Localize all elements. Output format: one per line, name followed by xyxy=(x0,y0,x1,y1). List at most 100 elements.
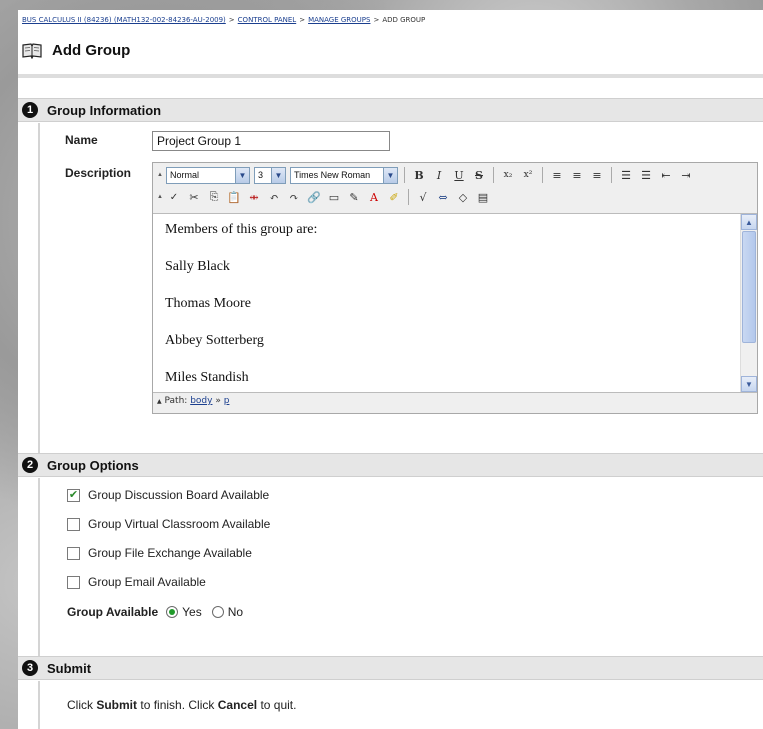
title-divider xyxy=(18,74,763,78)
toolbar-separator xyxy=(493,167,494,183)
checkbox-label: Group Discussion Board Available xyxy=(88,488,270,502)
checkbox-label: Group Virtual Classroom Available xyxy=(88,517,271,531)
section-title: Submit xyxy=(47,660,92,676)
path-body-link[interactable]: body xyxy=(190,396,212,406)
section-title: Group Options xyxy=(47,457,139,473)
editor-content-area[interactable]: Members of this group are: Sally Black T… xyxy=(153,213,757,393)
editor-paragraph: Thomas Moore xyxy=(165,296,251,311)
editor-paragraph: Abbey Sotterberg xyxy=(165,333,264,348)
checkbox-label: Group Email Available xyxy=(88,575,206,589)
superscript-icon[interactable]: x² xyxy=(520,167,536,183)
toolbar-grip-icon: ▲ xyxy=(157,194,163,200)
radio-no-label: No xyxy=(227,605,244,619)
numbered-list-icon[interactable]: ☰ xyxy=(618,167,634,183)
option-virtual-classroom[interactable]: Group Virtual Classroom Available xyxy=(67,517,270,531)
font-family-select[interactable]: Times New Roman ▼ xyxy=(290,166,398,184)
toolbar-separator xyxy=(542,167,543,183)
chevron-down-icon: ▼ xyxy=(271,167,285,183)
highlight-icon[interactable]: ✐ xyxy=(386,189,402,205)
path-label: Path: xyxy=(164,396,188,406)
page-header: Add Group xyxy=(22,42,130,59)
editor-scrollbar[interactable]: ▲ ▼ xyxy=(740,214,757,392)
indent-icon[interactable]: ⇥ xyxy=(678,167,694,183)
checkbox-unchecked[interactable] xyxy=(67,517,80,531)
description-label: Description xyxy=(65,166,132,180)
editor-path-bar: ▲ Path: body » p xyxy=(157,396,229,406)
breadcrumb-current: ADD GROUP xyxy=(382,16,426,24)
breadcrumb-separator: > xyxy=(228,16,235,24)
cut-icon[interactable]: ✂ xyxy=(186,189,202,205)
mashup-icon[interactable]: ⇔ xyxy=(435,189,451,205)
breadcrumb-course-link[interactable]: BUS CALCULUS II (84236) (MATH132-002-842… xyxy=(22,16,226,24)
radio-yes[interactable] xyxy=(166,606,179,618)
scroll-down-icon[interactable]: ▼ xyxy=(741,376,757,392)
submit-text-suffix: to quit. xyxy=(260,698,297,712)
radio-no[interactable] xyxy=(211,606,224,618)
group-available-label: Group Available xyxy=(67,605,159,619)
spellcheck-icon[interactable]: ✓ xyxy=(166,189,182,205)
subscript-icon[interactable]: x₂ xyxy=(500,167,516,183)
radio-yes-label: Yes xyxy=(182,605,202,619)
section-header-submit: 3 Submit xyxy=(18,656,763,680)
breadcrumb-manage-groups-link[interactable]: MANAGE GROUPS xyxy=(308,16,370,24)
group-name-input[interactable] xyxy=(152,131,390,151)
format-select[interactable]: Normal ▼ xyxy=(166,166,250,184)
equation-icon[interactable]: √ xyxy=(415,189,431,205)
book-icon xyxy=(22,42,42,59)
checkbox-checked[interactable]: ✔ xyxy=(67,488,80,502)
bold-icon[interactable]: B xyxy=(411,167,427,183)
align-right-icon[interactable]: ≡ xyxy=(589,167,605,183)
format-select-value: Normal xyxy=(170,170,200,180)
insert-table-icon[interactable]: ▭ xyxy=(326,189,342,205)
pen-icon[interactable]: ✎ xyxy=(346,189,362,205)
toolbar-separator xyxy=(404,167,405,183)
paste-special-icon[interactable]: ⇼ xyxy=(246,189,262,205)
scroll-up-icon[interactable]: ▲ xyxy=(741,214,757,230)
strikethrough-icon[interactable]: S xyxy=(471,167,487,183)
path-separator: » xyxy=(215,396,221,406)
undo-icon[interactable]: ↶ xyxy=(266,189,282,205)
paste-icon[interactable]: 📋 xyxy=(226,189,242,205)
submit-instructions: Click Submit to finish. Click Cancel to … xyxy=(67,698,296,712)
insert-link-icon[interactable]: 🔗 xyxy=(306,189,322,205)
breadcrumb: BUS CALCULUS II (84236) (MATH132-002-842… xyxy=(22,16,425,24)
align-left-icon[interactable]: ≡ xyxy=(549,167,565,183)
option-file-exchange[interactable]: Group File Exchange Available xyxy=(67,546,252,560)
redo-icon[interactable]: ↷ xyxy=(286,189,302,205)
section-title: Group Information xyxy=(47,102,162,118)
font-size-select[interactable]: 3 ▼ xyxy=(254,166,286,184)
scrollbar-thumb[interactable] xyxy=(742,231,756,343)
description-editor: ▲ Normal ▼ 3 ▼ Times New Roman ▼ B I U S… xyxy=(152,162,758,414)
chevron-down-icon: ▼ xyxy=(383,167,397,183)
step-number-badge: 2 xyxy=(22,457,38,473)
preview-icon[interactable]: ▤ xyxy=(475,189,491,205)
outdent-icon[interactable]: ⇤ xyxy=(658,167,674,183)
cancel-word: Cancel xyxy=(217,698,258,712)
toolbar-separator xyxy=(611,167,612,183)
editor-paragraph: Members of this group are: xyxy=(165,222,318,237)
align-center-icon[interactable]: ≡ xyxy=(569,167,585,183)
path-p-link[interactable]: p xyxy=(224,396,230,406)
font-size-value: 3 xyxy=(258,170,264,180)
section-body-group-options xyxy=(38,478,763,656)
submit-text-prefix: Click xyxy=(67,698,93,712)
option-email[interactable]: Group Email Available xyxy=(67,575,206,589)
breadcrumb-control-panel-link[interactable]: CONTROL PANEL xyxy=(238,16,297,24)
toolbar-grip-icon: ▲ xyxy=(157,172,163,178)
html-source-icon[interactable]: ◇ xyxy=(455,189,471,205)
checkbox-unchecked[interactable] xyxy=(67,546,80,560)
breadcrumb-separator: > xyxy=(373,16,380,24)
editor-paragraph: Sally Black xyxy=(165,259,230,274)
italic-icon[interactable]: I xyxy=(431,167,447,183)
copy-icon[interactable]: ⎘ xyxy=(206,189,222,205)
checkbox-unchecked[interactable] xyxy=(67,575,80,589)
underline-icon[interactable]: U xyxy=(451,167,467,183)
font-family-value: Times New Roman xyxy=(294,170,371,180)
bulleted-list-icon[interactable]: ☰ xyxy=(638,167,654,183)
text-color-icon[interactable]: A xyxy=(366,189,382,205)
toolbar-separator xyxy=(408,189,409,205)
editor-toolbar-row-2: ▲ ✓ ✂ ⎘ 📋 ⇼ ↶ ↷ 🔗 ▭ ✎ A ✐ √ ⇔ ◇ ▤ xyxy=(153,186,757,208)
step-number-badge: 1 xyxy=(22,102,38,118)
option-discussion-board[interactable]: ✔ Group Discussion Board Available xyxy=(67,488,269,502)
submit-text-middle: to finish. Click xyxy=(140,698,215,712)
